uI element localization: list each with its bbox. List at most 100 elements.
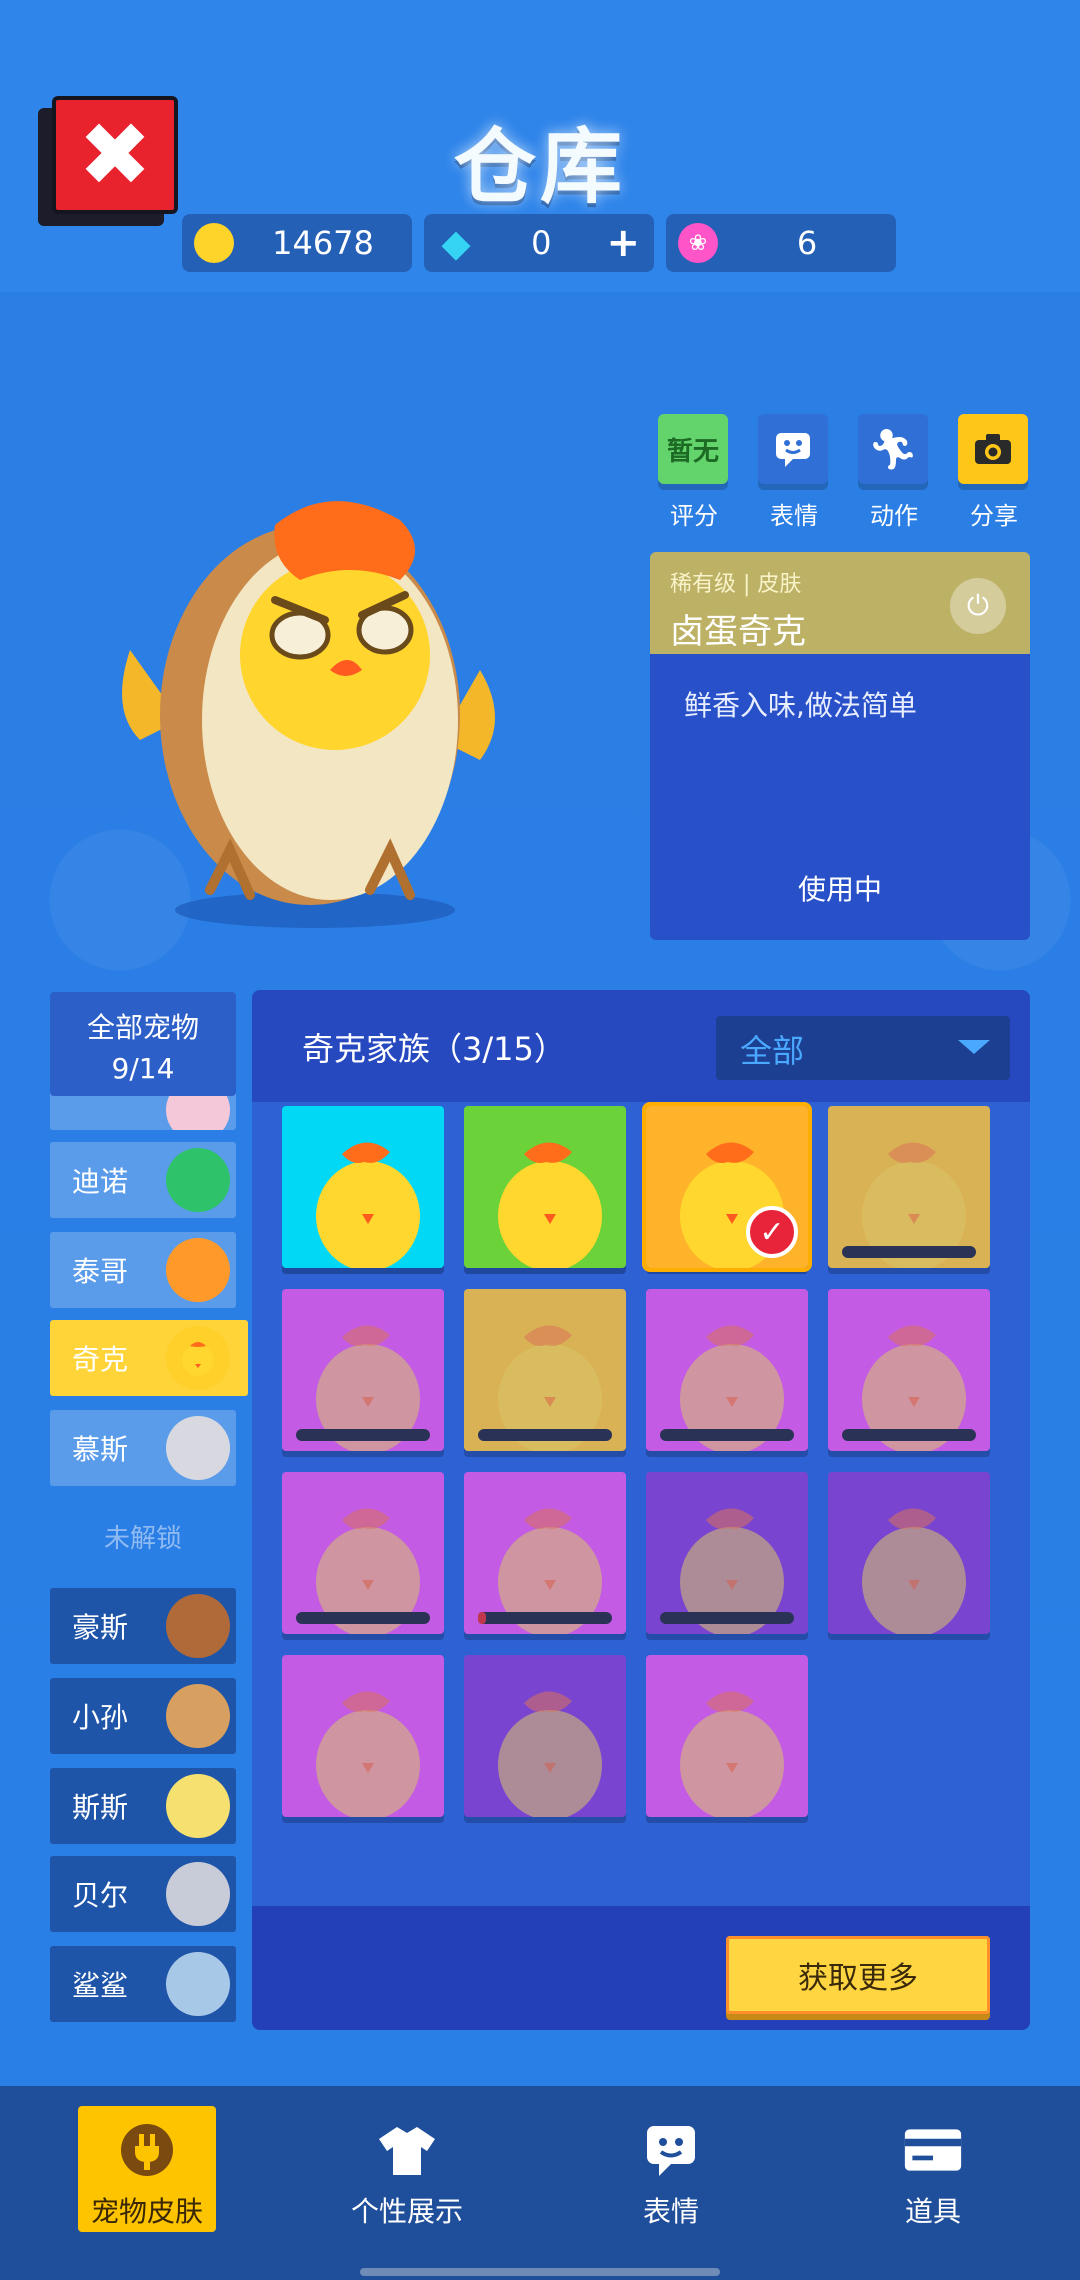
skin-progress-fill: [478, 1612, 487, 1624]
lotus-counter: ❀ 6: [666, 214, 896, 272]
skin-info-card: 稀有级 | 皮肤 卤蛋奇克 ⏻ 鲜香入味,做法简单 使用中: [650, 552, 1030, 940]
plug-icon: [117, 2120, 177, 2180]
pet-item-snake[interactable]: 斯斯: [50, 1768, 236, 1844]
chick-skin-icon: [316, 1508, 420, 1634]
tab-items[interactable]: 道具: [864, 2106, 1002, 2232]
tab-label: 表情: [642, 2195, 699, 2228]
emote-label: 表情: [770, 502, 818, 530]
pet-item-mouse[interactable]: 慕斯: [50, 1410, 236, 1486]
rating-label: 评分: [670, 502, 718, 530]
chick-skin-icon: [498, 1325, 602, 1451]
pet-item-chick[interactable]: 奇克: [50, 1320, 248, 1396]
chick-skin-icon: [862, 1325, 966, 1451]
skin-filter-dropdown[interactable]: 全部: [716, 1016, 1010, 1080]
emote-icon: [641, 2120, 701, 2180]
pet-name: 鲨鲨: [72, 1969, 129, 2002]
all-pets-header[interactable]: 全部宠物 9/14: [50, 992, 236, 1096]
skin-progress-bar: [478, 1612, 612, 1624]
share-button[interactable]: 分享: [958, 414, 1030, 531]
motion-label: 动作: [870, 502, 918, 530]
pet-name: 奇克: [72, 1343, 129, 1376]
skin-filter-value: 全部: [740, 1032, 805, 1070]
chick-skin-icon: [862, 1142, 966, 1268]
horse-icon: [166, 1594, 230, 1658]
diamond-icon: ◆: [441, 221, 471, 265]
skin-tile[interactable]: [828, 1106, 990, 1268]
tab-label: 个性展示: [350, 2195, 463, 2228]
skin-tile[interactable]: [646, 1655, 808, 1817]
skin-tile[interactable]: [828, 1289, 990, 1451]
skin-tile[interactable]: [282, 1289, 444, 1451]
plug-icon: ⏻: [950, 578, 1006, 634]
shark-icon: [166, 1952, 230, 2016]
diamond-value: 0: [531, 224, 552, 262]
tiger-icon: [166, 1238, 230, 1302]
tab-pet-skins[interactable]: 宠物皮肤: [78, 2106, 216, 2232]
locked-section-label: 未解锁: [103, 1524, 182, 1554]
skin-progress-bar: [296, 1429, 430, 1441]
skin-tile[interactable]: [646, 1472, 808, 1634]
chick-skin-icon: [680, 1325, 784, 1451]
skin-tile-equipped[interactable]: ✓: [642, 1102, 812, 1272]
skin-progress-bar: [660, 1429, 794, 1441]
get-more-button[interactable]: 获取更多: [726, 1936, 990, 2014]
close-button[interactable]: ✖: [38, 96, 180, 226]
rating-button[interactable]: 暂无 评分: [658, 414, 730, 531]
chick-skin-icon: [680, 1691, 784, 1817]
home-indicator: [360, 2268, 720, 2276]
skin-status: 使用中: [797, 873, 882, 906]
page-title: 仓库: [453, 120, 626, 215]
pet-character[interactable]: [100, 470, 520, 940]
skin-tile[interactable]: [464, 1106, 626, 1268]
skin-progress-bar: [842, 1429, 976, 1441]
bear-icon: [166, 1862, 230, 1926]
pet-name: 泰哥: [72, 1255, 129, 1288]
skin-progress-bar: [660, 1612, 794, 1624]
skin-tile[interactable]: [464, 1472, 626, 1634]
motion-button[interactable]: 🏃︎ 动作: [858, 414, 930, 531]
pet-name: 慕斯: [72, 1433, 129, 1466]
skin-family-title: 奇克家族（3/15）: [302, 1030, 566, 1068]
skin-description: 鲜香入味,做法简单: [684, 689, 917, 722]
share-label: 分享: [970, 502, 1018, 530]
diamond-counter[interactable]: ◆ 0 +: [424, 214, 654, 272]
lotus-icon: ❀: [678, 223, 718, 263]
skin-tile[interactable]: [646, 1289, 808, 1451]
close-icon: ✖: [52, 96, 178, 214]
tab-emotes[interactable]: 表情: [602, 2106, 740, 2232]
monkey-icon: [166, 1684, 230, 1748]
coin-counter: 14678: [182, 214, 412, 272]
pet-item-dino[interactable]: 迪诺: [50, 1142, 236, 1218]
pet-item-horse[interactable]: 豪斯: [50, 1588, 236, 1664]
camera-icon: [958, 414, 1028, 484]
lotus-value: 6: [796, 224, 818, 262]
pet-item-bear[interactable]: 贝尔: [50, 1856, 236, 1932]
add-diamond-icon[interactable]: +: [606, 220, 640, 266]
pet-name: 豪斯: [72, 1611, 129, 1644]
skin-tile[interactable]: [282, 1472, 444, 1634]
chick-skin-icon: [316, 1142, 420, 1268]
chevron-down-icon: [958, 1040, 990, 1054]
pet-name: 迪诺: [72, 1165, 129, 1198]
chick-skin-icon: [498, 1691, 602, 1817]
pet-item-shark[interactable]: 鲨鲨: [50, 1946, 236, 2022]
tab-showcase[interactable]: 个性展示: [338, 2106, 476, 2232]
skin-progress-bar: [296, 1612, 430, 1624]
pet-name: 贝尔: [72, 1879, 129, 1912]
tab-label: 道具: [904, 2195, 961, 2228]
chick-skin-icon: [316, 1325, 420, 1451]
pet-name: 小孙: [72, 1701, 129, 1734]
skin-progress-bar: [842, 1246, 976, 1258]
skin-tile[interactable]: [464, 1655, 626, 1817]
pet-item-monkey[interactable]: 小孙: [50, 1678, 236, 1754]
pet-item-tiger[interactable]: 泰哥: [50, 1232, 236, 1308]
coin-value: 14678: [272, 224, 374, 262]
skin-tile[interactable]: [464, 1289, 626, 1451]
skin-progress-bar: [478, 1429, 612, 1441]
skin-tile[interactable]: [282, 1655, 444, 1817]
skin-tile[interactable]: [282, 1106, 444, 1268]
skin-tile[interactable]: [828, 1472, 990, 1634]
chick-skin-icon: [498, 1142, 602, 1268]
emote-button[interactable]: 表情: [758, 414, 830, 531]
checkmark-icon: ✓: [746, 1206, 798, 1258]
